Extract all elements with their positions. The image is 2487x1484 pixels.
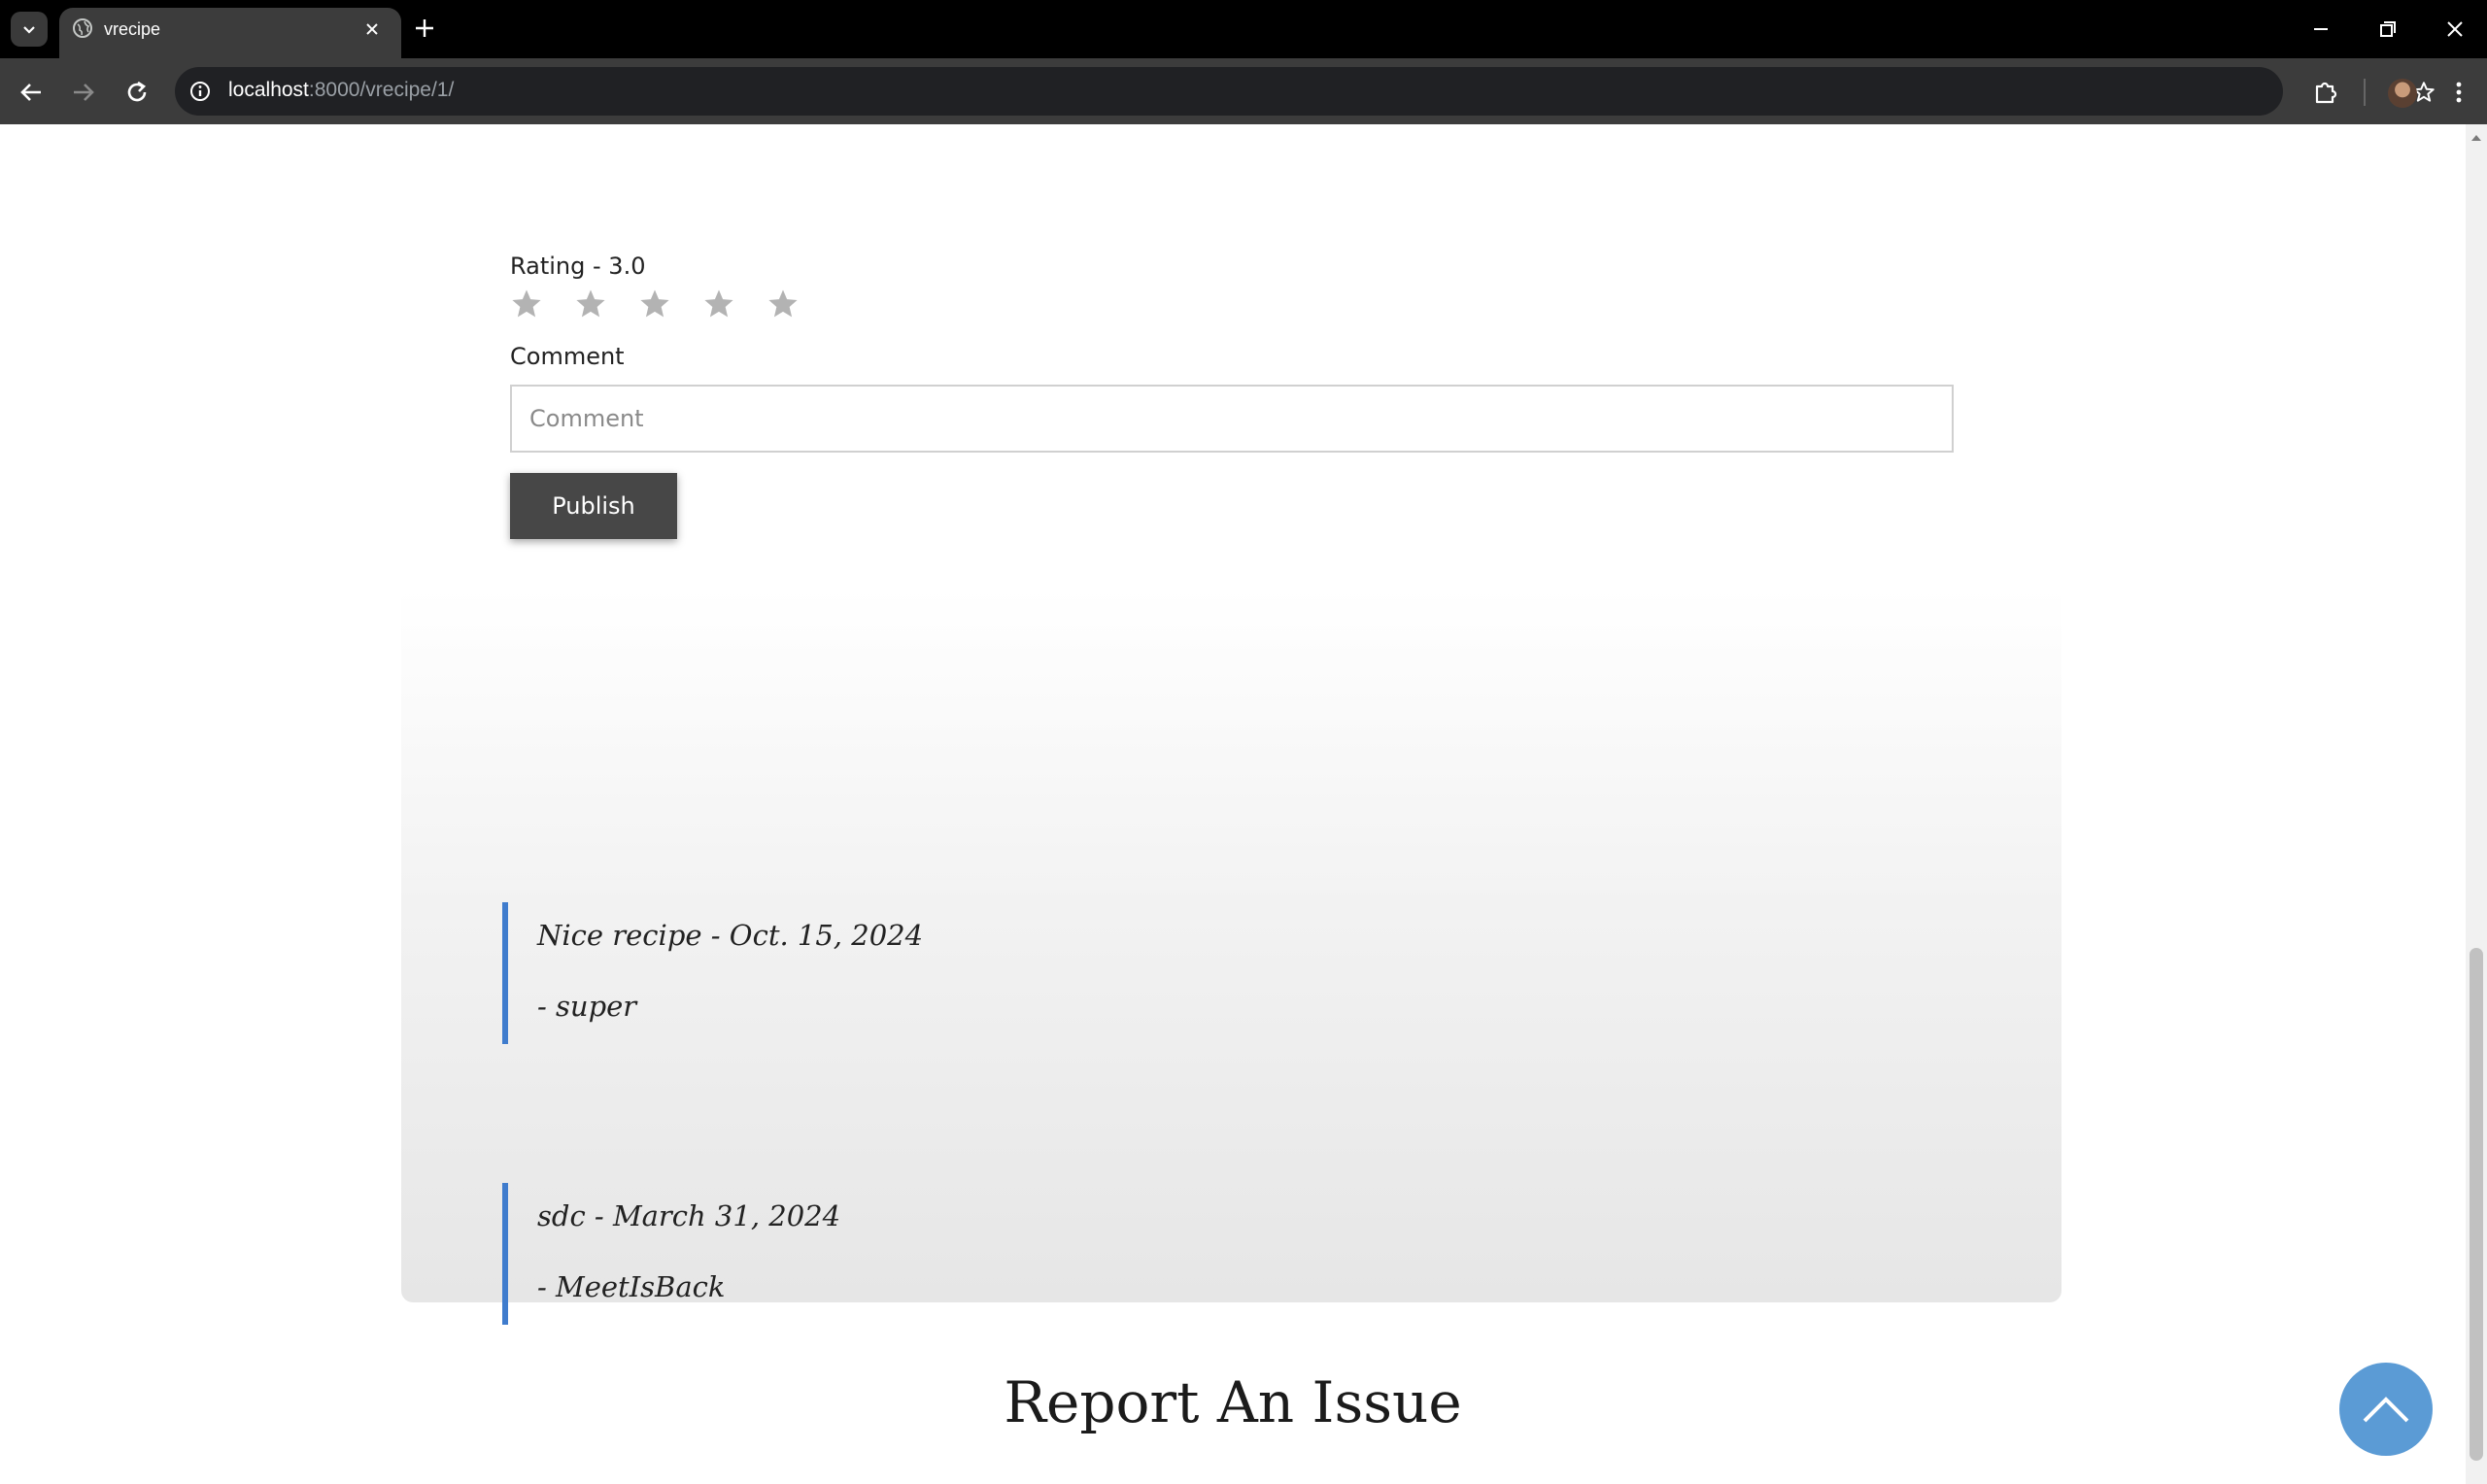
comment-header: sdc - March 31, 2024 [537, 1199, 840, 1232]
chevron-down-icon [23, 26, 35, 34]
star-icon[interactable] [510, 287, 543, 320]
page-viewport: Rating - 3.0 Comment Publish Nice recipe… [0, 124, 2466, 1484]
extensions-icon[interactable] [2312, 79, 2339, 106]
comment-input[interactable] [510, 385, 1954, 453]
reload-icon[interactable] [123, 79, 151, 106]
address-bar[interactable]: localhost:8000/vrecipe/1/ [175, 67, 2435, 116]
url-text: localhost:8000/vrecipe/1/ [228, 79, 454, 102]
star-icon[interactable] [767, 287, 800, 320]
scroll-up-arrow-icon[interactable] [2470, 133, 2482, 143]
restore-icon[interactable] [2376, 17, 2400, 41]
new-tab-icon[interactable] [412, 16, 437, 41]
comment-author: - MeetIsBack [537, 1270, 726, 1303]
url-path: :8000/vrecipe/1/ [308, 79, 455, 101]
comment-label: Comment [510, 343, 625, 370]
star-icon[interactable] [574, 287, 607, 320]
url-host: localhost [228, 79, 309, 101]
tab-title: vrecipe [104, 19, 161, 39]
browser-toolbar: localhost:8000/vrecipe/1/ [0, 58, 2487, 124]
star-rating[interactable] [510, 287, 800, 320]
menu-dots-icon[interactable] [2444, 78, 2473, 107]
tab-active[interactable]: vrecipe [59, 8, 401, 58]
page-scrollbar[interactable] [2466, 124, 2487, 1484]
forward-arrow-icon[interactable] [70, 79, 97, 106]
scrollbar-thumb[interactable] [2470, 948, 2483, 1461]
comment-header: Nice recipe - Oct. 15, 2024 [537, 919, 923, 952]
toolbar-separator [2364, 79, 2366, 106]
profile-avatar[interactable] [2388, 79, 2417, 108]
browser-tab-bar: vrecipe [0, 0, 2487, 58]
comment-date: Oct. 15, 2024 [729, 919, 924, 952]
comment-item: Nice recipe - Oct. 15, 2024 - super [502, 902, 1382, 1044]
comment-text: sdc [537, 1199, 586, 1232]
comment-separator: - [585, 1199, 613, 1232]
star-icon[interactable] [702, 287, 735, 320]
comment-date: March 31, 2024 [612, 1199, 841, 1232]
comment-separator: - [701, 919, 730, 952]
rating-label: Rating - 3.0 [510, 253, 646, 280]
comments-panel: Nice recipe - Oct. 15, 2024 - super sdc … [401, 589, 2061, 1325]
comment-author: - super [537, 990, 637, 1023]
comment-text: Nice recipe [537, 919, 702, 952]
publish-button[interactable]: Publish [510, 473, 677, 539]
window-close-icon[interactable] [2443, 17, 2467, 41]
report-issue-heading: Report An Issue [1004, 1369, 1462, 1435]
star-icon[interactable] [638, 287, 671, 320]
tab-search-button[interactable] [11, 12, 48, 47]
back-arrow-icon[interactable] [17, 79, 45, 106]
close-icon[interactable] [361, 18, 383, 40]
back-to-top-button[interactable] [2339, 1363, 2433, 1456]
info-icon[interactable] [188, 80, 212, 103]
comment-item: sdc - March 31, 2024 - MeetIsBack [502, 1183, 1382, 1325]
globe-icon [73, 18, 92, 38]
minimize-icon[interactable] [2309, 17, 2333, 41]
chevron-up-icon [2363, 1397, 2409, 1423]
